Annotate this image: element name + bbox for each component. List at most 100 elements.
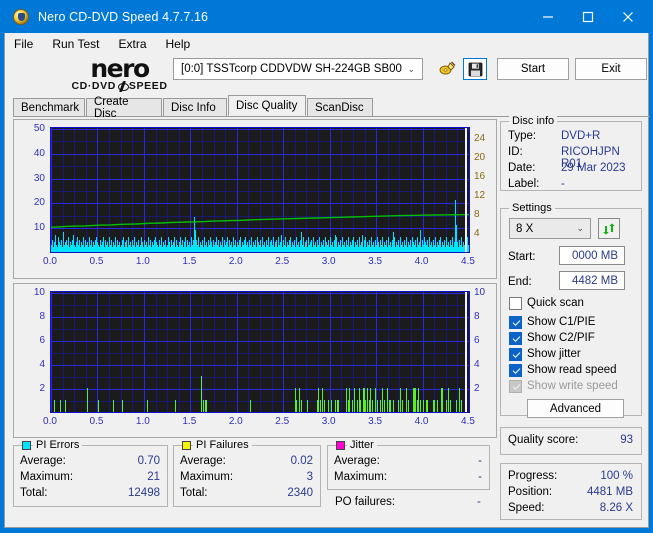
show-c1-pie-label: Show C1/PIE bbox=[527, 316, 596, 328]
gridline-horizontal bbox=[51, 377, 469, 378]
show-read-speed-checkbox[interactable] bbox=[509, 364, 522, 377]
y2-tick-label: 2 bbox=[474, 383, 480, 394]
show-c1-pie-checkbox[interactable] bbox=[509, 316, 522, 329]
chevron-down-icon: ⌄ bbox=[407, 63, 415, 74]
chart-bar bbox=[437, 400, 439, 412]
tab-benchmark[interactable]: Benchmark bbox=[13, 98, 85, 116]
menu-item-file[interactable]: File bbox=[14, 37, 33, 51]
chart-bar bbox=[296, 400, 298, 412]
chart-bar bbox=[301, 400, 303, 412]
x-tick-label: 2.0 bbox=[228, 416, 243, 427]
y2-tick-label: 8 bbox=[474, 208, 480, 220]
exit-button[interactable]: Exit bbox=[575, 58, 647, 80]
speed-select[interactable]: 8 X ⌄ bbox=[509, 218, 591, 239]
tab-disc-info[interactable]: Disc Info bbox=[163, 98, 227, 116]
quick-scan-checkbox[interactable] bbox=[509, 297, 522, 310]
pif-total-label: Total: bbox=[180, 487, 208, 499]
gridline-horizontal bbox=[51, 317, 469, 318]
gridline-horizontal bbox=[51, 341, 469, 342]
chart-bar bbox=[121, 400, 123, 412]
start-mb-field[interactable]: 0000 MB bbox=[559, 246, 625, 265]
gridline-horizontal bbox=[51, 353, 469, 354]
x-tick-label: 4.5 bbox=[461, 256, 475, 267]
end-mb-field[interactable]: 4482 MB bbox=[559, 271, 625, 290]
minimize-button[interactable] bbox=[528, 0, 568, 33]
app-window: Nero CD-DVD Speed 4.7.7.16 File Run Test… bbox=[0, 0, 653, 533]
x-tick-label: 3.5 bbox=[368, 256, 383, 267]
advanced-button[interactable]: Advanced bbox=[527, 399, 624, 418]
chart-bar bbox=[98, 400, 100, 412]
menu-item-extra[interactable]: Extra bbox=[118, 37, 146, 51]
y-tick-label: 20 bbox=[33, 197, 45, 209]
tab-create-disc[interactable]: Create Disc bbox=[86, 96, 162, 120]
y2-tick-label: 4 bbox=[474, 359, 480, 370]
y-tick-label: 30 bbox=[33, 172, 45, 184]
disc-label-label: Label: bbox=[508, 178, 540, 190]
pi-errors-stats-title: PI Errors bbox=[33, 439, 83, 451]
speed-label: Speed: bbox=[508, 502, 545, 514]
save-floppy-icon[interactable] bbox=[463, 58, 487, 80]
show-write-speed-label: Show write speed bbox=[527, 380, 618, 392]
close-button[interactable] bbox=[608, 0, 648, 33]
start-button[interactable]: Start bbox=[497, 58, 569, 80]
read-speed-line bbox=[51, 213, 469, 228]
chart-bar bbox=[414, 388, 416, 412]
gridline-vertical bbox=[469, 128, 470, 253]
tab-scandisc[interactable]: ScanDisc bbox=[307, 98, 373, 116]
chart-bar bbox=[356, 400, 358, 412]
chart-bar bbox=[448, 388, 450, 412]
disc-label-value: - bbox=[561, 178, 565, 190]
chart-bar bbox=[456, 400, 458, 412]
nero-logo: nero CD·DVD SPEED bbox=[57, 56, 182, 92]
chart-bar bbox=[175, 400, 177, 412]
menu-bar: File Run Test Extra Help bbox=[4, 33, 649, 55]
speed-select-value: 8 X bbox=[516, 222, 534, 235]
y2-tick-label: 6 bbox=[474, 335, 480, 346]
chart-bar bbox=[375, 388, 377, 412]
chart-bar bbox=[200, 376, 202, 412]
chart-bar bbox=[377, 400, 379, 412]
pie-color-swatch bbox=[22, 441, 31, 450]
window-controls bbox=[528, 0, 653, 33]
chart-bar bbox=[434, 400, 436, 412]
start-mb-label: Start: bbox=[508, 251, 536, 263]
y-tick-label: 8 bbox=[39, 311, 45, 322]
chart-bar bbox=[367, 388, 369, 412]
gridline-horizontal bbox=[51, 389, 469, 390]
pif-average-value: 0.02 bbox=[290, 455, 313, 467]
y-tick-label: 10 bbox=[33, 287, 45, 298]
x-tick-label: 0.0 bbox=[43, 416, 57, 427]
jitter-stats-title: Jitter bbox=[347, 439, 377, 451]
pif-color-swatch bbox=[182, 441, 191, 450]
menu-item-help[interactable]: Help bbox=[166, 37, 191, 51]
chart-bar bbox=[461, 400, 463, 412]
chart-bar bbox=[407, 400, 409, 412]
show-c2-pif-checkbox[interactable] bbox=[509, 332, 522, 345]
y2-tick-label: 20 bbox=[474, 151, 486, 163]
show-c2-pif-label: Show C2/PIF bbox=[527, 332, 595, 344]
pi-failures-chart-panel: 2 4 6 8 10 2 4 6 8 10 0.0 0.5 1.0 1.5 2.0 2.5 3.0 3.5 4.0 4… bbox=[13, 283, 497, 438]
y2-tick-label: 8 bbox=[474, 311, 480, 322]
chart-bar bbox=[330, 400, 332, 412]
chart-bar bbox=[398, 400, 400, 412]
chart-bar bbox=[294, 388, 296, 412]
drive-select[interactable]: [0:0] TSSTcorp CDDVDW SH-224GB SB00 ⌄ bbox=[173, 58, 423, 80]
disc-scan-icon[interactable] bbox=[435, 58, 459, 80]
chart-bar bbox=[64, 400, 66, 412]
disc-info-group: Disc info Type: DVD+R ID: RICOHJPN R01 D… bbox=[500, 115, 642, 191]
progress-group: Progress: 100 % Position: 4481 MB Speed:… bbox=[500, 463, 642, 520]
chart-bar bbox=[387, 388, 389, 412]
maximize-button[interactable] bbox=[568, 0, 608, 33]
chart-bar bbox=[399, 388, 401, 412]
gridline-horizontal bbox=[51, 293, 469, 294]
chart-bar bbox=[393, 400, 395, 412]
tab-disc-quality[interactable]: Disc Quality bbox=[228, 95, 306, 116]
x-tick-label: 4.0 bbox=[414, 256, 429, 267]
menu-item-run-test[interactable]: Run Test bbox=[52, 37, 99, 51]
jitter-maximum-label: Maximum: bbox=[334, 471, 388, 483]
pi-errors-stats-group: PI Errors Average: 0.70 Maximum: 21 Tota… bbox=[13, 439, 168, 507]
show-jitter-checkbox[interactable] bbox=[509, 348, 522, 361]
refresh-arrows-icon[interactable] bbox=[598, 218, 620, 239]
x-tick-label: 1.5 bbox=[182, 416, 197, 427]
disc-date-value: 29 Mar 2023 bbox=[561, 162, 626, 174]
